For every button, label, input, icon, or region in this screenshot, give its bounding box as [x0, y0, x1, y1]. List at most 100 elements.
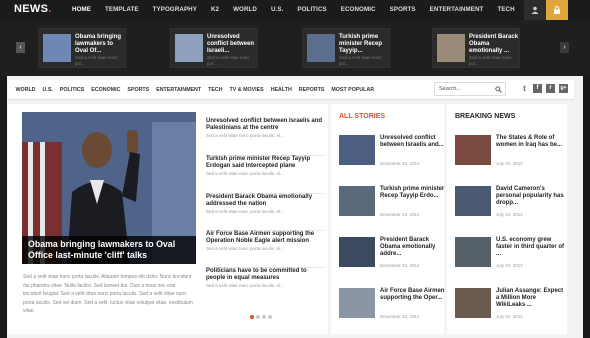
- nav-home[interactable]: HOME: [65, 0, 98, 20]
- breaking-item[interactable]: The States & Role of women in Iraq has b…: [455, 135, 565, 175]
- nav-tech[interactable]: TECH: [490, 0, 521, 20]
- list-item-title[interactable]: Unresolved conflict between Israelis and…: [206, 118, 324, 132]
- hero-description: Sed a velit vitae nunc porta iaculis. Al…: [23, 274, 193, 314]
- story-date: December 23, 2012: [380, 212, 420, 217]
- user-icon: [531, 6, 539, 14]
- breaking-thumbnail: [455, 186, 491, 216]
- breaking-date: July 04, 2012: [496, 161, 523, 166]
- breaking-title: Julian Assange: Expect a Million More Wi…: [496, 288, 564, 308]
- site-logo[interactable]: NEWS.: [14, 3, 52, 15]
- breaking-thumbnail: [455, 288, 491, 318]
- list-item-title[interactable]: President Barack Obama emotionally addre…: [206, 194, 324, 208]
- hero-story[interactable]: Obama bringing lawmakers to Oval Office …: [22, 112, 196, 264]
- secnav-us[interactable]: U.S.: [39, 80, 56, 100]
- hero-caption[interactable]: Obama bringing lawmakers to Oval Office …: [22, 236, 196, 264]
- breaking-date: July 04, 2012: [496, 212, 523, 217]
- google-plus-icon[interactable]: g+: [559, 84, 568, 93]
- secnav-politics[interactable]: POLITICS: [56, 80, 87, 100]
- ticker-thumbnail: [307, 34, 335, 62]
- ticker-next-button[interactable]: ›: [560, 42, 569, 53]
- story-title: Unresolved conflict between Israelis and…: [380, 135, 444, 148]
- user-button[interactable]: [524, 0, 546, 20]
- nav-sports[interactable]: SPORTS: [383, 0, 423, 20]
- list-item-title[interactable]: Politicians have to be committed to peop…: [206, 268, 324, 282]
- secnav-world[interactable]: WORLD: [12, 80, 39, 100]
- list-item-desc: Sed a velit vitae nunc porta iaculis. Al…: [206, 133, 285, 139]
- list-item: Air Force Base Airmen supporting the Ope…: [206, 231, 324, 268]
- ticker-item[interactable]: Obama bringing lawmakers to Oval Of... S…: [38, 28, 126, 68]
- facebook-icon[interactable]: f: [533, 84, 542, 93]
- breaking-item[interactable]: David Cameron's personal popularity has …: [455, 186, 565, 226]
- pagination-dot[interactable]: [262, 315, 266, 319]
- breaking-thumbnail: [455, 237, 491, 267]
- ticker-item[interactable]: Unresolved conflict between Israeli... S…: [170, 28, 258, 68]
- breaking-date: July 04, 2012: [496, 263, 523, 268]
- story-thumbnail: [339, 186, 375, 216]
- nav-typography[interactable]: TYPOGRAPHY: [146, 0, 204, 20]
- secnav-sports[interactable]: SPORTS: [124, 80, 153, 100]
- list-item-desc: Sed a velit vitae nunc porta iaculis. Al…: [206, 283, 285, 289]
- secnav-entertainment[interactable]: ENTERTAINMENT: [153, 80, 205, 100]
- list-item: President Barack Obama emotionally addre…: [206, 194, 324, 231]
- ticker-item[interactable]: Turkish prime minister Recep Tayyip... S…: [302, 28, 390, 68]
- lock-button[interactable]: [546, 0, 568, 20]
- breaking-title: U.S. economy grew faster in third quarte…: [496, 237, 565, 257]
- twitter-icon[interactable]: t: [520, 84, 529, 93]
- secnav-tv-movies[interactable]: TV & MOVIES: [226, 80, 267, 100]
- ticker-thumbnail: [437, 34, 465, 62]
- story-thumbnail: [339, 135, 375, 165]
- secnav-most-popular[interactable]: MOST POPULAR: [328, 80, 378, 100]
- nav-entertainment[interactable]: ENTERTAINMENT: [423, 0, 491, 20]
- rss-icon[interactable]: r: [546, 84, 555, 93]
- list-item-desc: Sed a velit vitae nunc porta iaculis. Al…: [206, 209, 285, 215]
- breaking-item[interactable]: Julian Assange: Expect a Million More Wi…: [455, 288, 565, 328]
- ticker-title: President Barack Obama emotionally ...: [469, 34, 519, 54]
- ticker-thumbnail: [175, 34, 203, 62]
- story-thumbnail: [339, 288, 375, 318]
- slider-pagination: [250, 315, 272, 319]
- breaking-thumbnail: [455, 135, 491, 165]
- secnav-tech[interactable]: TECH: [205, 80, 226, 100]
- list-item: Turkish prime minister Recep Tayyip Erdo…: [206, 156, 324, 194]
- main-nav: HOME TEMPLATE TYPOGRAPHY K2 WORLD U.S. P…: [65, 0, 522, 20]
- list-item-title[interactable]: Air Force Base Airmen supporting the Ope…: [206, 231, 324, 245]
- pagination-dot[interactable]: [256, 315, 260, 319]
- pagination-dot[interactable]: [268, 315, 272, 319]
- ticker-desc: Sed a velit vitae nunc por...: [339, 55, 382, 66]
- pagination-dot[interactable]: [250, 315, 254, 319]
- list-item-title[interactable]: Turkish prime minister Recep Tayyip Erdo…: [206, 156, 324, 170]
- breaking-item[interactable]: U.S. economy grew faster in third quarte…: [455, 237, 565, 277]
- secnav-reports[interactable]: REPORTS: [295, 80, 328, 100]
- secnav-economic[interactable]: ECONOMIC: [88, 80, 124, 100]
- nav-politics[interactable]: POLITICS: [290, 0, 333, 20]
- story-item[interactable]: Unresolved conflict between Israelis and…: [339, 135, 449, 175]
- ticker-desc: Sed a velit vitae nunc por...: [469, 55, 512, 66]
- breaking-news-title: BREAKING NEWS: [455, 113, 516, 120]
- search-placeholder: Search...: [439, 86, 462, 92]
- lock-icon: [554, 6, 560, 14]
- search-input[interactable]: Search...: [434, 82, 506, 96]
- story-thumbnail: [339, 237, 375, 267]
- nav-economic[interactable]: ECONOMIC: [334, 0, 383, 20]
- ticker-prev-button[interactable]: ‹: [16, 42, 25, 53]
- ticker-item[interactable]: President Barack Obama emotionally ... S…: [432, 28, 520, 68]
- nav-template[interactable]: TEMPLATE: [98, 0, 146, 20]
- story-title: Turkish prime minister Recep Tayyip Erdo…: [380, 186, 445, 199]
- secnav-health[interactable]: HEALTH: [267, 80, 295, 100]
- top-bar: NEWS. HOME TEMPLATE TYPOGRAPHY K2 WORLD …: [0, 0, 590, 20]
- ticker-title: Turkish prime minister Recep Tayyip...: [339, 34, 383, 54]
- search-icon[interactable]: [495, 86, 502, 93]
- breaking-title: The States & Role of women in Iraq has b…: [496, 135, 563, 148]
- breaking-title: David Cameron's personal popularity has …: [496, 186, 564, 206]
- story-item[interactable]: Air Force Base Airmen supporting the Ope…: [339, 288, 449, 328]
- story-item[interactable]: President Barack Obama emotionally addre…: [339, 237, 449, 277]
- nav-us[interactable]: U.S.: [264, 0, 290, 20]
- story-date: December 23, 2012: [380, 161, 420, 166]
- nav-k2[interactable]: K2: [204, 0, 226, 20]
- ticker-title: Unresolved conflict between Israeli...: [207, 34, 255, 54]
- story-date: December 23, 2012: [380, 314, 420, 319]
- story-item[interactable]: Turkish prime minister Recep Tayyip Erdo…: [339, 186, 449, 226]
- story-date: December 23, 2012: [380, 263, 420, 268]
- nav-world[interactable]: WORLD: [226, 0, 264, 20]
- all-stories-title: ALL STORIES: [339, 113, 386, 120]
